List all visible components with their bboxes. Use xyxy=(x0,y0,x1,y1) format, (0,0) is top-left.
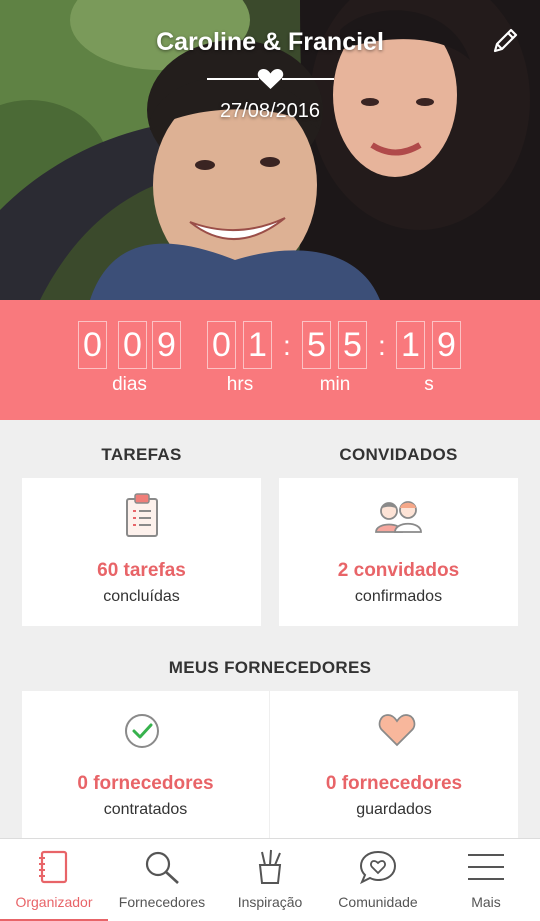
app-root: Caroline & Franciel 27/08/2016 0 0 9 dia… xyxy=(0,0,540,921)
suppliers-saved-count: 0 fornecedores xyxy=(325,773,463,794)
pencil-edit-icon[interactable] xyxy=(490,26,520,56)
tasks-status: concluídas xyxy=(103,588,180,605)
suppliers-saved-status: guardados xyxy=(356,801,432,818)
tasks-header: TAREFAS xyxy=(101,445,182,464)
guests-card[interactable]: 2 convidados confirmados xyxy=(279,478,518,626)
heart-icon xyxy=(257,69,284,89)
days-digit-3: 9 xyxy=(152,321,181,369)
bottom-navigation: Organizador Fornecedores Inspiração Comu… xyxy=(0,838,540,921)
minutes-digit-1: 5 xyxy=(302,321,331,369)
countdown-separator: : xyxy=(283,330,291,361)
nav-mais[interactable]: Mais xyxy=(432,839,540,921)
countdown-timer: 0 0 9 dias 0 1 hrs : 5 5 min : 1 9 s xyxy=(0,300,540,420)
nav-label-mais: Mais xyxy=(471,894,501,910)
divider-line-right xyxy=(282,78,334,80)
countdown-separator: : xyxy=(378,330,386,361)
heart-divider xyxy=(207,68,334,90)
notebook-icon xyxy=(39,850,68,884)
nav-comunidade[interactable]: Comunidade xyxy=(324,839,432,921)
minutes-label: min xyxy=(319,374,351,395)
nav-label-comunidade: Comunidade xyxy=(338,894,418,910)
days-digit-1: 0 xyxy=(78,321,107,369)
nav-label-inspiracao: Inspiração xyxy=(237,894,303,910)
nav-inspiracao[interactable]: Inspiração xyxy=(216,839,324,921)
days-label: dias xyxy=(112,374,147,395)
guests-people-icon xyxy=(375,501,422,533)
nav-fornecedores[interactable]: Fornecedores xyxy=(108,839,216,921)
check-circle-icon xyxy=(125,714,159,748)
guests-count: 2 convidados xyxy=(337,560,460,581)
hours-digit-2: 1 xyxy=(243,321,272,369)
minutes-digit-2: 5 xyxy=(338,321,367,369)
chat-heart-icon xyxy=(359,850,397,885)
seconds-digit-1: 1 xyxy=(396,321,425,369)
suppliers-header: MEUS FORNECEDORES xyxy=(168,658,372,677)
suppliers-hired-card[interactable]: 0 fornecedores contratados xyxy=(22,691,269,838)
tasks-card[interactable]: 60 tarefas concluídas xyxy=(22,478,261,626)
guests-status: confirmados xyxy=(354,588,443,605)
suppliers-saved-card[interactable]: 0 fornecedores guardados xyxy=(270,691,518,838)
hours-label: hrs xyxy=(226,374,254,395)
menu-icon xyxy=(468,854,504,880)
suppliers-hired-status: contratados xyxy=(103,801,188,818)
tasks-count: 60 tarefas xyxy=(97,560,186,581)
search-icon xyxy=(145,851,179,884)
heart-icon xyxy=(378,714,416,747)
couple-names: Caroline & Franciel xyxy=(156,28,384,56)
divider-line-left xyxy=(207,78,259,80)
days-digit-2: 0 xyxy=(118,321,147,369)
pencil-cup-icon xyxy=(258,849,282,884)
guests-header: CONVIDADOS xyxy=(339,445,458,464)
seconds-digit-2: 9 xyxy=(432,321,461,369)
nav-label-organizador: Organizador xyxy=(15,894,93,910)
nav-organizador[interactable]: Organizador xyxy=(0,839,108,921)
seconds-label: s xyxy=(424,374,434,395)
couple-photo-header: Caroline & Franciel 27/08/2016 xyxy=(0,0,540,300)
nav-label-fornecedores: Fornecedores xyxy=(118,894,206,910)
hours-digit-1: 0 xyxy=(207,321,236,369)
wedding-date: 27/08/2016 xyxy=(219,100,321,122)
suppliers-hired-count: 0 fornecedores xyxy=(77,773,214,794)
clipboard-checklist-icon xyxy=(126,493,158,537)
